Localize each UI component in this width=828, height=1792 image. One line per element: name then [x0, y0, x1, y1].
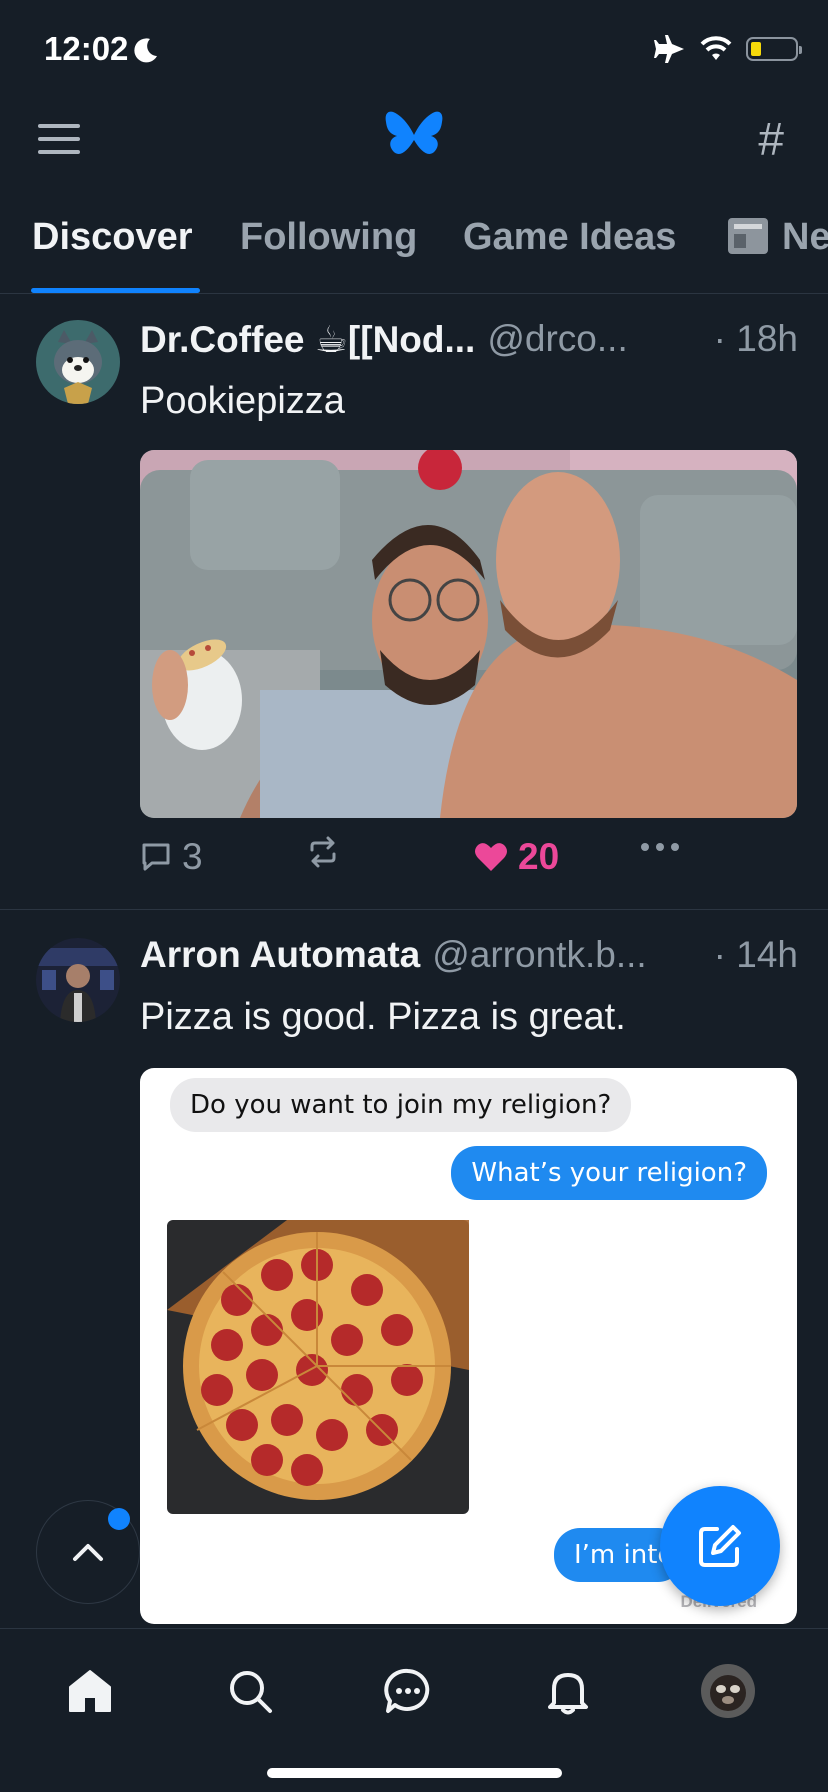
- menu-icon: [38, 124, 80, 128]
- home-icon: [69, 1670, 111, 1712]
- nav-notifications[interactable]: [536, 1659, 600, 1723]
- reply-count: 3: [182, 836, 203, 877]
- nav-search[interactable]: [218, 1659, 282, 1723]
- reply-icon: [142, 843, 170, 871]
- chevron-up-icon: [73, 1544, 103, 1561]
- post-time: · 18h: [713, 318, 798, 359]
- post-header: Arron Automata @arrontk.b... · 14h: [140, 934, 798, 976]
- nav-home[interactable]: [58, 1659, 122, 1723]
- ellipsis-icon: [641, 843, 679, 851]
- more-options-button[interactable]: [640, 842, 680, 852]
- repost-button[interactable]: [306, 836, 350, 868]
- post-header: Dr.Coffee ☕[[Nod... @drco... · 18h: [140, 318, 798, 361]
- like-button[interactable]: 20: [474, 836, 559, 878]
- battery-icon: [746, 37, 802, 61]
- post-text: Pookiepizza: [140, 380, 345, 422]
- moon-icon: [134, 38, 157, 63]
- like-count: 20: [518, 836, 560, 877]
- profile-avatar-icon: [701, 1664, 755, 1718]
- nav-messages[interactable]: [376, 1659, 440, 1723]
- feeds-hashtag-button[interactable]: #: [758, 112, 784, 166]
- status-bar: 12:02: [0, 0, 828, 96]
- chat-icon: [384, 1668, 430, 1713]
- reply-button[interactable]: 3: [140, 836, 203, 878]
- menu-button[interactable]: [38, 124, 80, 156]
- search-icon: [230, 1671, 272, 1713]
- avatar[interactable]: [36, 938, 120, 1022]
- top-bar: #: [0, 96, 828, 184]
- post-item[interactable]: Dr.Coffee ☕[[Nod... @drco... · 18h Pooki…: [0, 294, 828, 910]
- handle[interactable]: @drco...: [487, 318, 627, 361]
- tab-discover[interactable]: Discover: [32, 216, 193, 259]
- tab-news[interactable]: Ne: [728, 216, 828, 259]
- display-name[interactable]: Arron Automata: [140, 934, 420, 976]
- status-time: 12:02: [44, 30, 129, 67]
- active-tab-indicator: [31, 288, 200, 293]
- display-name[interactable]: Dr.Coffee ☕[[Nod...: [140, 318, 475, 361]
- bell-icon: [548, 1673, 588, 1715]
- post-image[interactable]: [140, 450, 797, 818]
- chat-bubble-outgoing: What’s your religion?: [451, 1146, 767, 1200]
- tab-news-label: Ne: [782, 216, 828, 258]
- newspaper-icon: [728, 218, 768, 254]
- compose-post-button[interactable]: [660, 1486, 780, 1606]
- post-time: · 14h: [713, 934, 798, 975]
- tab-game-ideas[interactable]: Game Ideas: [463, 216, 676, 259]
- chat-bubble-incoming: Do you want to join my religion?: [170, 1078, 632, 1132]
- tab-following[interactable]: Following: [240, 216, 417, 259]
- home-indicator: [267, 1768, 562, 1778]
- compose-icon: [699, 1525, 741, 1567]
- butterfly-logo-icon: [385, 111, 443, 154]
- repost-icon: [310, 836, 336, 868]
- pizza-image: [167, 1220, 469, 1514]
- heart-filled-icon: [475, 843, 507, 871]
- nav-profile[interactable]: [696, 1659, 760, 1723]
- status-icons: [654, 34, 802, 64]
- post-actions: 3 20: [140, 836, 700, 886]
- post-text: Pizza is good. Pizza is great.: [140, 996, 626, 1038]
- wifi-icon: [700, 36, 732, 60]
- feed-tabs: Discover Following Game Ideas Ne: [0, 200, 828, 294]
- new-posts-indicator: [108, 1508, 130, 1530]
- handle[interactable]: @arrontk.b...: [432, 934, 646, 976]
- airplane-icon: [654, 35, 684, 63]
- avatar[interactable]: [36, 320, 120, 404]
